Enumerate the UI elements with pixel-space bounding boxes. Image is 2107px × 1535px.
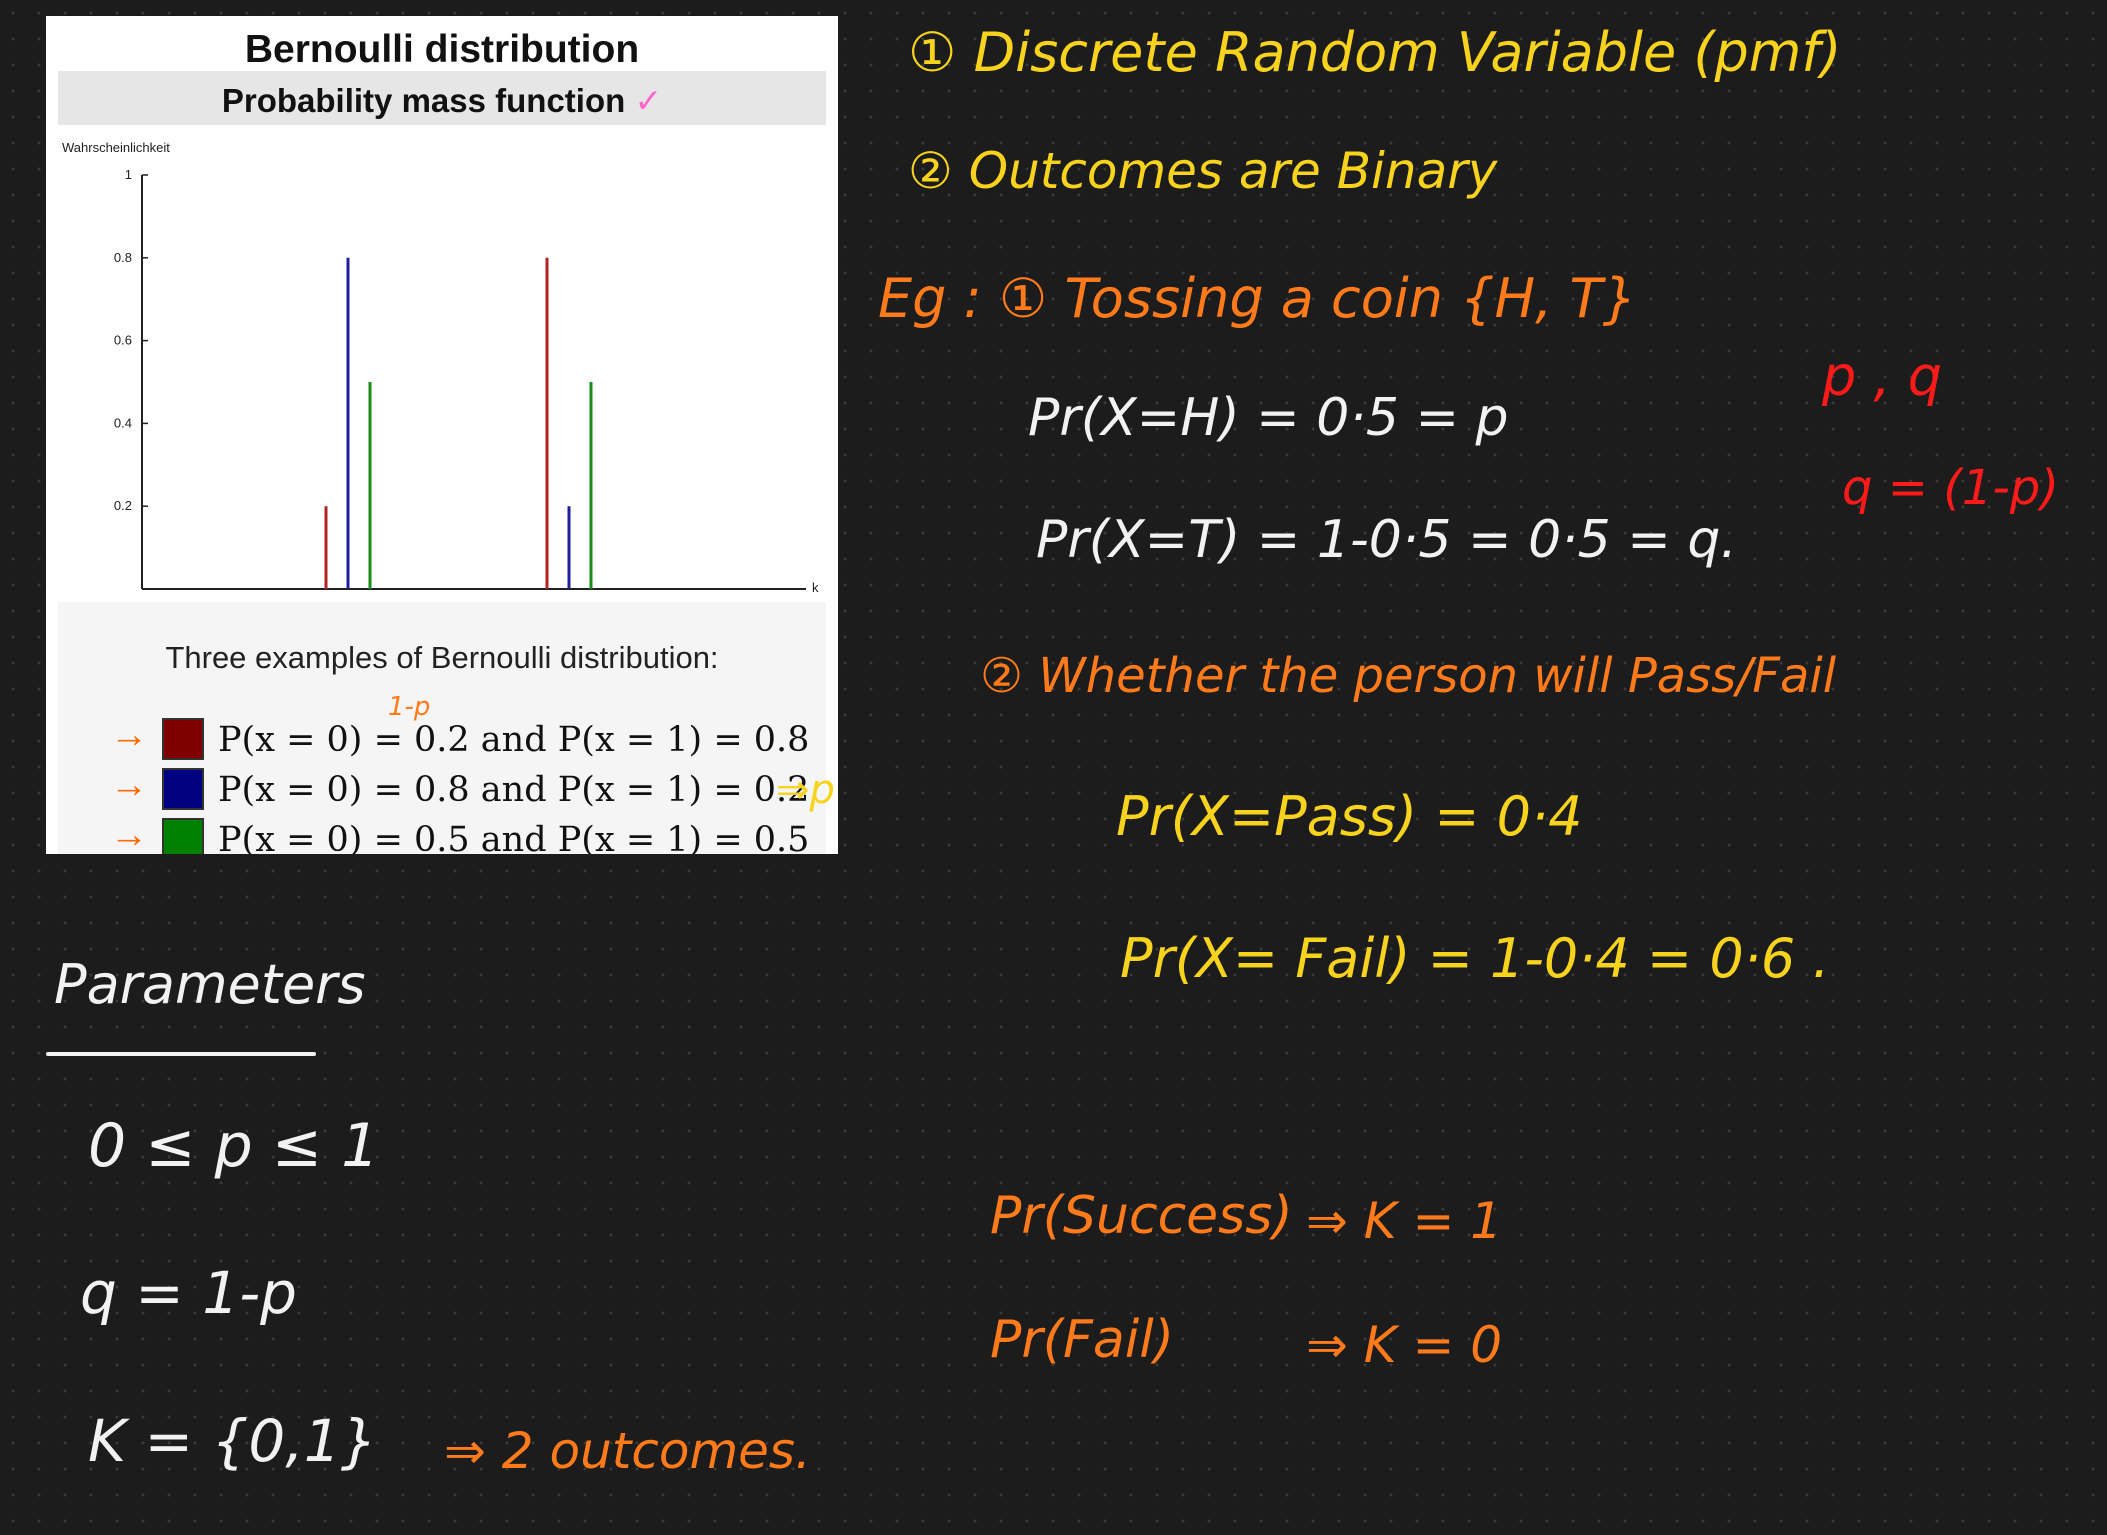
note-point-1: ① Discrete Random Variable (pmf): [908, 21, 1842, 84]
swatch-red: [162, 718, 204, 760]
example1-label: Eg : ① Tossing a coin {H, T}: [878, 267, 1637, 330]
chart-bars: [324, 257, 593, 589]
examples-heading: Three examples of Bernoulli distribution…: [165, 640, 719, 675]
annotation-p: ⇒p: [776, 767, 835, 813]
arrow-icon: →: [110, 764, 148, 806]
k-equals-0: ⇒ K = 0: [1306, 1316, 1503, 1374]
panel-subheader: Probability mass function ✓: [58, 71, 826, 125]
y-axis-label: Wahrscheinlichkeit: [62, 140, 170, 155]
panel-title: Bernoulli distribution: [244, 28, 640, 71]
x-axis-label: k: [812, 580, 819, 595]
k-equals-1: ⇒ K = 1: [1306, 1192, 1503, 1250]
example-text-1: P(x = 0) = 0.2 and P(x = 1) = 0.8: [218, 720, 810, 760]
bernoulli-panel: Bernoulli distribution Probability mass …: [46, 16, 838, 854]
example-text-3: P(x = 0) = 0.5 and P(x = 1) = 0.5: [218, 820, 810, 854]
arrow-icon: →: [110, 714, 148, 756]
example1-pr-h: Pr(X=H) = 0·5 = p: [1028, 388, 1509, 448]
pmf-subtitle: Probability mass function: [221, 82, 626, 119]
example2-pr-fail: Pr(X= Fail) = 1-0·4 = 0·6 .: [1120, 927, 1830, 990]
y-tick-label: 0.2: [114, 498, 132, 513]
examples-box: Three examples of Bernoulli distribution…: [58, 602, 835, 854]
check-mark: ✓: [634, 82, 663, 119]
pmf-chart: Wahrscheinlichkeitk0.20.40.60.8101: [62, 140, 819, 602]
params-outcomes: ⇒ 2 outcomes.: [444, 1422, 811, 1480]
example2-pr-pass: Pr(X=Pass) = 0·4: [1116, 785, 1583, 848]
y-tick-label: 0.8: [114, 250, 132, 265]
params-k: K = {0,1}: [88, 1407, 378, 1475]
panel-subtitle: Probability mass function ✓: [58, 81, 826, 120]
params-q: q = 1-p: [80, 1259, 297, 1327]
chart-axes: Wahrscheinlichkeitk0.20.40.60.8101: [62, 140, 819, 602]
annotation-one-minus-p: 1-p: [388, 692, 431, 722]
y-tick-label: 0.4: [114, 415, 132, 430]
example-text-2: P(x = 0) = 0.8 and P(x = 1) = 0.2: [218, 770, 810, 810]
params-range: 0 ≤ p ≤ 1: [88, 1111, 380, 1181]
arrow-icon: →: [110, 814, 148, 854]
example1-pr-t: Pr(X=T) = 1-0·5 = 0·5 = q.: [1036, 510, 1737, 570]
y-tick-label: 1: [125, 167, 132, 182]
note-q-formula: q = (1-p): [1842, 460, 2059, 516]
note-p-q: p , q: [1822, 345, 1943, 408]
pr-fail: Pr(Fail): [990, 1310, 1174, 1370]
note-point-2: ② Outcomes are Binary: [908, 142, 1498, 200]
y-tick-label: 0.6: [114, 333, 132, 348]
pr-success: Pr(Success): [990, 1186, 1293, 1246]
example2-label: ② Whether the person will Pass/Fail: [980, 648, 1837, 704]
swatch-blue: [162, 768, 204, 810]
params-heading: Parameters: [54, 953, 366, 1016]
params-underline: [46, 1052, 316, 1056]
swatch-green: [162, 818, 204, 854]
